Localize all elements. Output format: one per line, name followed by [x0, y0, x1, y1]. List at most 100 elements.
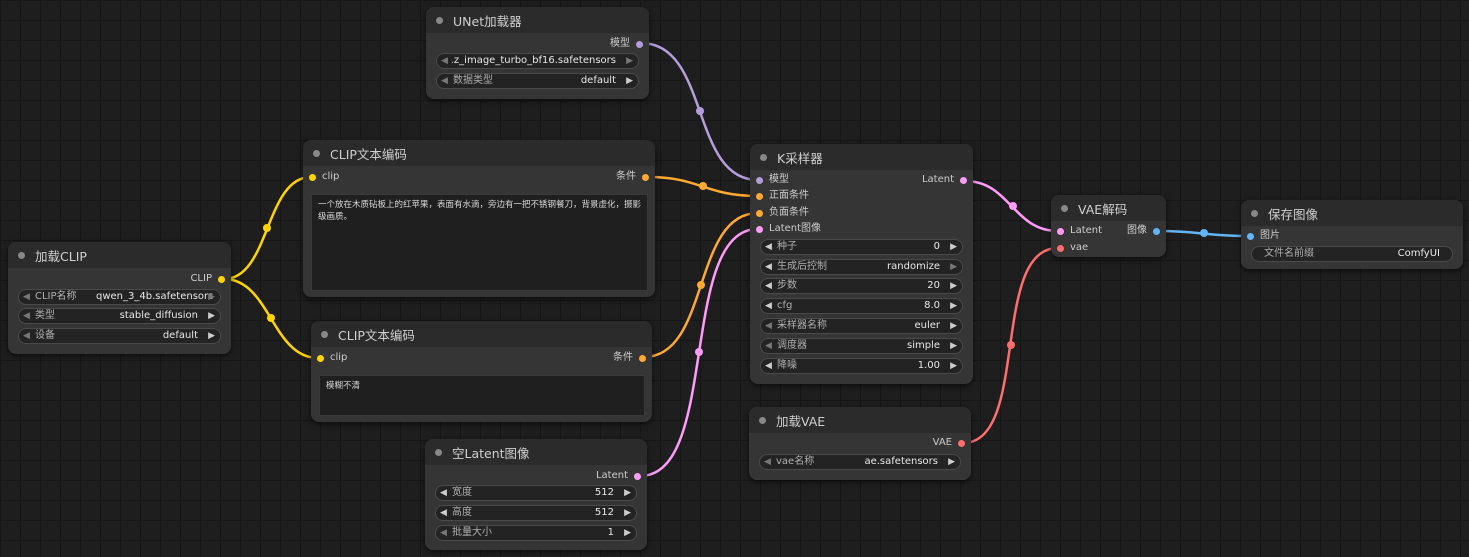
- arrow-right-icon[interactable]: ▶: [208, 290, 215, 304]
- node-load-vae[interactable]: 加载VAE VAE ◀ vae名称 ae.safetensors ▶: [749, 407, 971, 480]
- input-pin-icon[interactable]: [1057, 227, 1064, 235]
- input-slot-latent[interactable]: Latent: [1057, 224, 1102, 238]
- arrow-left-icon[interactable]: ◀: [765, 359, 772, 373]
- input-slot-clip[interactable]: clip: [317, 351, 347, 365]
- collapse-dot-icon[interactable]: [436, 16, 443, 24]
- node-title-bar[interactable]: UNet加载器: [426, 7, 649, 33]
- collapse-dot-icon[interactable]: [321, 330, 328, 338]
- widget-batch-size[interactable]: ◀ 批量大小 1 ▶: [435, 525, 637, 541]
- input-pin-icon[interactable]: [756, 176, 763, 184]
- widget-height[interactable]: ◀ 高度 512 ▶: [435, 505, 637, 521]
- widget-sampler-name[interactable]: ◀ 采样器名称 euler ▶: [760, 318, 963, 334]
- arrow-right-icon[interactable]: ▶: [624, 506, 631, 520]
- widget-width[interactable]: ◀ 宽度 512 ▶: [435, 485, 637, 501]
- output-slot-latent[interactable]: Latent: [596, 469, 641, 483]
- prompt-textarea[interactable]: 一个放在木质砧板上的红苹果，表面有水滴，旁边有一把不锈钢餐刀，背景虚化，摄影级画…: [311, 194, 648, 291]
- arrow-right-icon[interactable]: ▶: [624, 486, 631, 500]
- input-slot-latent-image[interactable]: Latent图像: [756, 222, 821, 236]
- arrow-left-icon[interactable]: ◀: [440, 486, 447, 500]
- node-title-bar[interactable]: VAE解码: [1051, 195, 1166, 221]
- arrow-left-icon[interactable]: ◀: [23, 309, 30, 323]
- node-empty-latent-image[interactable]: 空Latent图像 Latent ◀ 宽度 512 ▶ ◀ 高度 512 ▶ ◀ 批量大小 1 ▶: [425, 439, 647, 550]
- node-title-bar[interactable]: K采样器: [750, 144, 973, 170]
- widget-denoise[interactable]: ◀ 降噪 1.00 ▶: [760, 358, 963, 374]
- node-load-clip[interactable]: 加载CLIP CLIP ◀ CLIP名称 qwen_3_4b.safetensors…: [8, 242, 231, 354]
- widget-type[interactable]: ◀ 类型 stable_diffusion ▶: [18, 308, 221, 324]
- output-slot-conditioning[interactable]: 条件: [613, 351, 646, 365]
- input-slot-vae[interactable]: vae: [1057, 241, 1088, 255]
- widget-dtype[interactable]: ◀ 数据类型 default ▶: [436, 73, 639, 89]
- arrow-right-icon[interactable]: ▶: [950, 299, 957, 313]
- output-pin-icon[interactable]: [218, 275, 225, 283]
- arrow-left-icon[interactable]: ◀: [765, 339, 772, 353]
- collapse-dot-icon[interactable]: [313, 149, 320, 157]
- widget-seed[interactable]: ◀ 种子 0 ▶: [760, 239, 963, 255]
- node-title-bar[interactable]: 空Latent图像: [425, 439, 647, 465]
- arrow-left-icon[interactable]: ◀: [764, 455, 771, 469]
- node-save-image[interactable]: 保存图像 图片 文件名前缀 ComfyUI: [1241, 200, 1463, 269]
- node-vae-decode[interactable]: VAE解码 Latent 图像 vae: [1051, 195, 1166, 257]
- collapse-dot-icon[interactable]: [435, 448, 442, 456]
- arrow-left-icon[interactable]: ◀: [23, 290, 30, 304]
- node-clip-text-encode-negative[interactable]: CLIP文本编码 clip 条件 模糊不清: [311, 321, 652, 422]
- arrow-left-icon[interactable]: ◀: [440, 526, 447, 540]
- output-pin-icon[interactable]: [642, 173, 649, 181]
- arrow-left-icon[interactable]: ◀: [441, 54, 448, 68]
- input-slot-clip[interactable]: clip: [309, 170, 339, 184]
- widget-clip-name[interactable]: ◀ CLIP名称 qwen_3_4b.safetensors ▶: [18, 289, 221, 305]
- arrow-right-icon[interactable]: ▶: [950, 260, 957, 274]
- arrow-right-icon[interactable]: ▶: [948, 455, 955, 469]
- collapse-dot-icon[interactable]: [18, 251, 25, 259]
- node-title-bar[interactable]: CLIP文本编码: [311, 321, 652, 347]
- input-slot-model[interactable]: 模型: [756, 173, 789, 187]
- output-pin-icon[interactable]: [634, 472, 641, 480]
- widget-steps[interactable]: ◀ 步数 20 ▶: [760, 278, 963, 294]
- collapse-dot-icon[interactable]: [760, 153, 767, 161]
- arrow-right-icon[interactable]: ▶: [208, 309, 215, 323]
- output-slot-model[interactable]: 模型: [610, 37, 643, 51]
- node-title-bar[interactable]: 保存图像: [1241, 200, 1463, 226]
- input-slot-images[interactable]: 图片: [1247, 229, 1280, 243]
- widget-cfg[interactable]: ◀ cfg 8.0 ▶: [760, 298, 963, 314]
- widget-filename-prefix[interactable]: 文件名前缀 ComfyUI: [1251, 246, 1453, 262]
- widget-control-after-generate[interactable]: ◀ 生成后控制 randomize ▶: [760, 259, 963, 275]
- input-pin-icon[interactable]: [1057, 244, 1064, 252]
- output-slot-vae[interactable]: VAE: [933, 436, 965, 450]
- arrow-right-icon[interactable]: ▶: [950, 339, 957, 353]
- output-slot-image[interactable]: 图像: [1127, 224, 1160, 238]
- output-slot-conditioning[interactable]: 条件: [616, 170, 649, 184]
- arrow-left-icon[interactable]: ◀: [440, 506, 447, 520]
- node-title-bar[interactable]: 加载VAE: [749, 407, 971, 433]
- arrow-right-icon[interactable]: ▶: [626, 54, 633, 68]
- arrow-left-icon[interactable]: ◀: [765, 279, 772, 293]
- arrow-right-icon[interactable]: ▶: [626, 74, 633, 88]
- input-slot-negative[interactable]: 负面条件: [756, 206, 809, 220]
- arrow-left-icon[interactable]: ◀: [765, 299, 772, 313]
- input-pin-icon[interactable]: [756, 192, 763, 200]
- node-unet-loader[interactable]: UNet加载器 模型 ◀. z_image_turbo_bf16.safetens…: [426, 7, 649, 99]
- arrow-left-icon[interactable]: ◀: [23, 329, 30, 343]
- collapse-dot-icon[interactable]: [1251, 209, 1258, 217]
- output-pin-icon[interactable]: [960, 176, 967, 184]
- input-pin-icon[interactable]: [756, 225, 763, 233]
- node-title-bar[interactable]: 加载CLIP: [8, 242, 231, 268]
- prompt-textarea[interactable]: 模糊不清: [319, 375, 645, 416]
- arrow-left-icon[interactable]: ◀: [441, 74, 448, 88]
- output-slot-clip[interactable]: CLIP: [190, 272, 225, 286]
- collapse-dot-icon[interactable]: [1061, 204, 1068, 212]
- input-pin-icon[interactable]: [317, 354, 324, 362]
- output-pin-icon[interactable]: [1153, 227, 1160, 235]
- arrow-right-icon[interactable]: ▶: [950, 279, 957, 293]
- arrow-left-icon[interactable]: ◀: [765, 260, 772, 274]
- input-pin-icon[interactable]: [309, 173, 316, 181]
- arrow-right-icon[interactable]: ▶: [950, 359, 957, 373]
- widget-vae-name[interactable]: ◀ vae名称 ae.safetensors ▶: [759, 454, 961, 470]
- arrow-right-icon[interactable]: ▶: [950, 319, 957, 333]
- widget-unet-name[interactable]: ◀. z_image_turbo_bf16.safetensors ▶: [436, 53, 639, 69]
- node-title-bar[interactable]: CLIP文本编码: [303, 140, 655, 166]
- output-pin-icon[interactable]: [958, 439, 965, 447]
- widget-device[interactable]: ◀ 设备 default ▶: [18, 328, 221, 344]
- input-pin-icon[interactable]: [1247, 232, 1254, 240]
- output-pin-icon[interactable]: [636, 40, 643, 48]
- node-clip-text-encode-positive[interactable]: CLIP文本编码 clip 条件 一个放在木质砧板上的红苹果，表面有水滴，旁边有…: [303, 140, 655, 297]
